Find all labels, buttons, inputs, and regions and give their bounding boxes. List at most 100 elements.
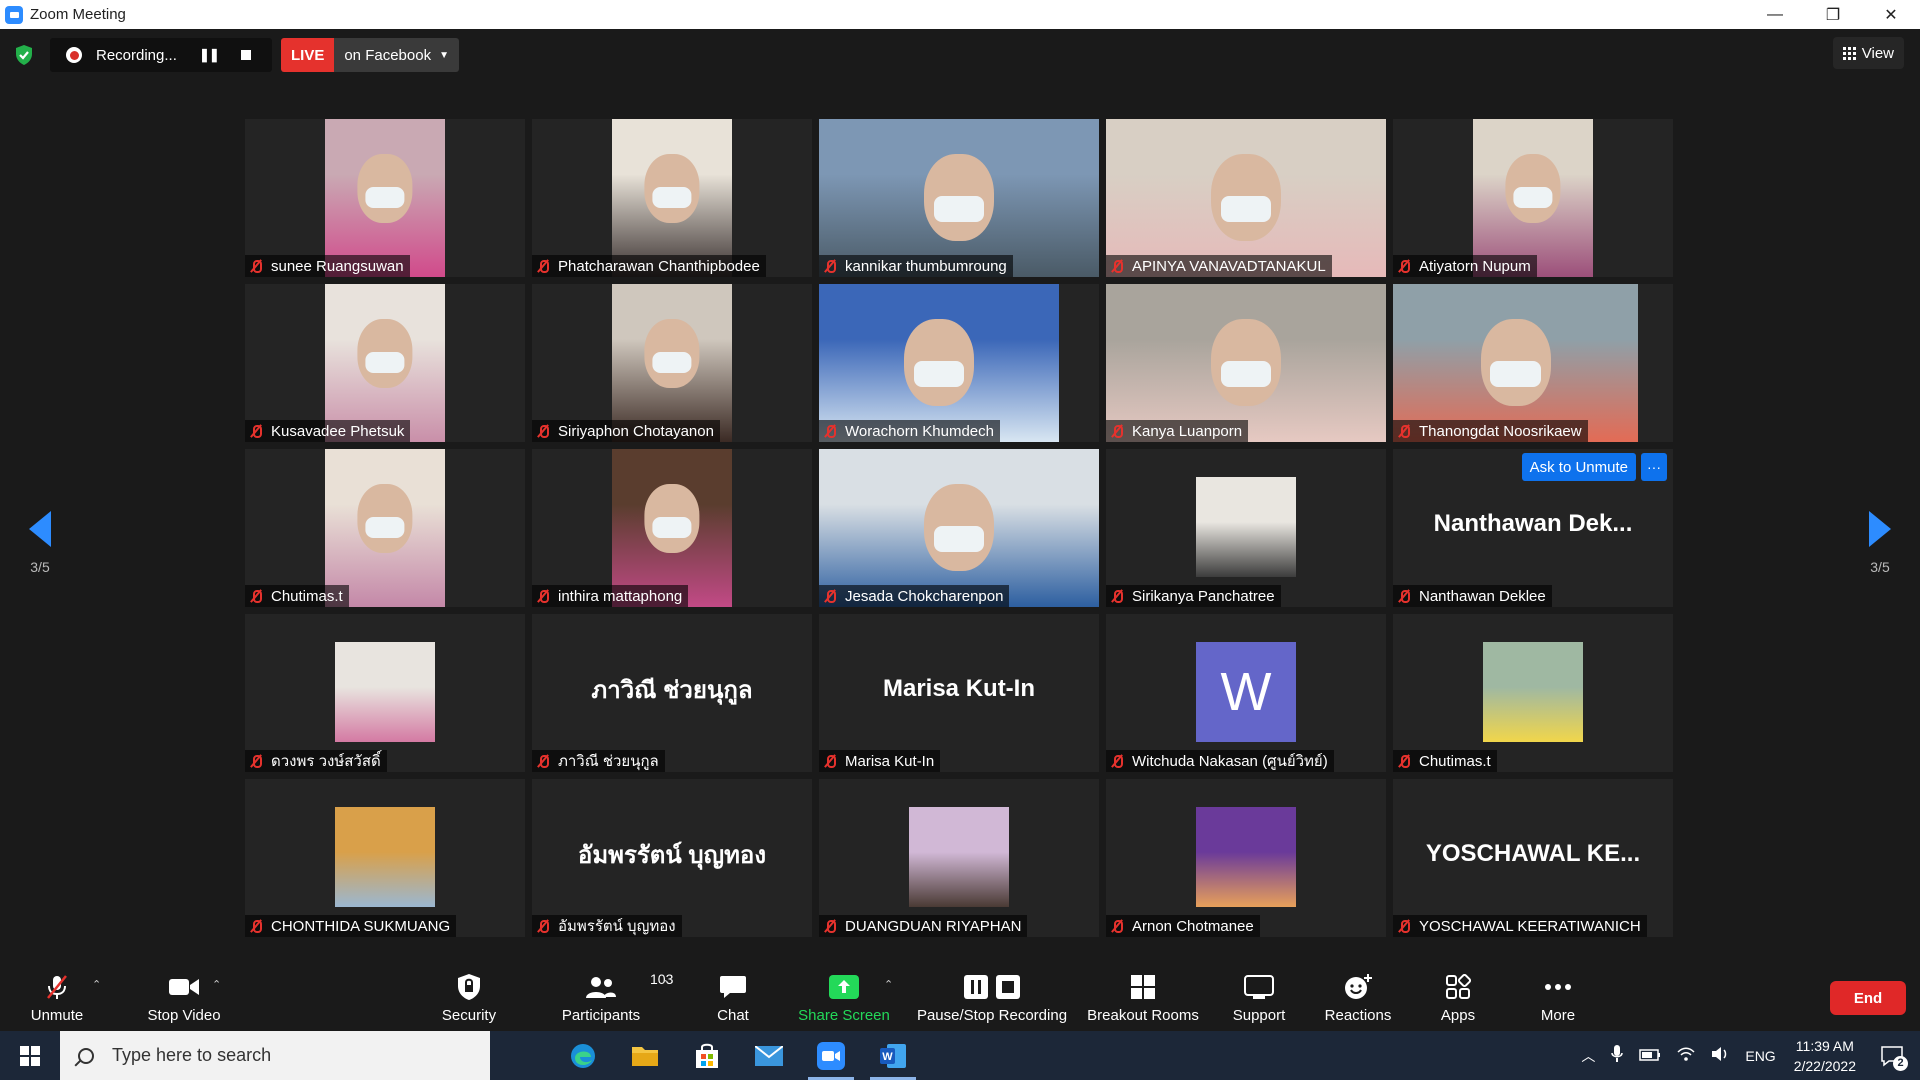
security-button[interactable]: Security bbox=[435, 951, 503, 1031]
participant-video bbox=[612, 119, 732, 277]
previous-page-nav[interactable]: 3/5 bbox=[0, 475, 80, 595]
shield-check-icon[interactable] bbox=[14, 44, 34, 66]
profile-picture bbox=[1196, 477, 1296, 577]
chat-label: Chat bbox=[717, 1007, 749, 1024]
minimize-button[interactable]: — bbox=[1746, 0, 1804, 29]
profile-picture bbox=[909, 807, 1009, 907]
participant-more-button[interactable]: ··· bbox=[1641, 453, 1667, 481]
arrow-right-icon[interactable] bbox=[1869, 511, 1891, 547]
participant-video bbox=[1106, 119, 1386, 277]
more-button[interactable]: More bbox=[1533, 951, 1583, 1031]
reactions-button[interactable]: Reactions bbox=[1323, 951, 1393, 1031]
taskbar-search[interactable]: Type here to search bbox=[60, 1031, 490, 1080]
live-target-dropdown[interactable]: on Facebook ▼ bbox=[334, 38, 459, 72]
muted-mic-icon bbox=[823, 754, 837, 768]
stop-recording-icon[interactable] bbox=[240, 50, 251, 60]
participant-tile[interactable]: YOSCHAWAL KE... YOSCHAWAL KEERATIWANICH bbox=[1393, 779, 1673, 937]
participant-name-label: Chutimas.t bbox=[1393, 750, 1497, 772]
participant-tile[interactable]: Chutimas.t bbox=[1393, 614, 1673, 772]
participant-tile[interactable]: Phatcharawan Chanthipbodee bbox=[532, 119, 812, 277]
muted-mic-icon bbox=[823, 919, 837, 933]
close-button[interactable]: ✕ bbox=[1862, 0, 1920, 29]
share-options-caret-icon[interactable]: ⌃ bbox=[884, 978, 893, 991]
share-screen-button[interactable]: Share Screen bbox=[798, 951, 890, 1031]
participant-name: อัมพรรัตน์ บุญทอง bbox=[558, 918, 676, 935]
participant-tile[interactable]: Nanthawan Dek... Ask to Unmute ··· Nanthawa… bbox=[1393, 449, 1673, 607]
volume-icon[interactable] bbox=[1711, 1046, 1729, 1065]
participant-name: Thanongdat Noosrikaew bbox=[1419, 422, 1582, 440]
participant-tile[interactable]: DUANGDUAN RIYAPHAN bbox=[819, 779, 1099, 937]
next-page-nav[interactable]: 3/5 bbox=[1840, 475, 1920, 595]
view-button[interactable]: View bbox=[1832, 37, 1904, 69]
video-options-caret-icon[interactable]: ⌃ bbox=[212, 978, 221, 991]
security-label: Security bbox=[441, 1007, 497, 1024]
store-taskbar-icon[interactable] bbox=[676, 1031, 738, 1080]
profile-picture bbox=[1483, 642, 1583, 742]
participant-tile[interactable]: APINYA VANAVADTANAKUL bbox=[1106, 119, 1386, 277]
participant-tile[interactable]: inthira mattaphong bbox=[532, 449, 812, 607]
participant-name: Arnon Chotmanee bbox=[1132, 917, 1254, 935]
taskbar-clock[interactable]: 11:39 AM 2/22/2022 bbox=[1794, 1036, 1856, 1076]
participant-tile[interactable]: kannikar thumbumroung bbox=[819, 119, 1099, 277]
participant-tile[interactable]: Marisa Kut-In Marisa Kut-In bbox=[819, 614, 1099, 772]
input-language[interactable]: ENG bbox=[1745, 1048, 1775, 1064]
participant-tile[interactable]: ภาวิณี ช่วยนุกูล ภาวิณี ช่วยนุกูล bbox=[532, 614, 812, 772]
muted-mic-icon bbox=[1397, 754, 1411, 768]
show-hidden-icons-chevron-icon[interactable]: ︿ bbox=[1581, 1046, 1595, 1066]
breakout-rooms-button[interactable]: Breakout Rooms bbox=[1086, 951, 1200, 1031]
microphone-tray-icon[interactable] bbox=[1611, 1045, 1624, 1066]
participant-tile[interactable]: Thanongdat Noosrikaew bbox=[1393, 284, 1673, 442]
mail-taskbar-icon[interactable] bbox=[738, 1031, 800, 1080]
end-meeting-button[interactable]: End bbox=[1830, 981, 1906, 1015]
notifications-button[interactable]: 2 bbox=[1874, 1041, 1910, 1071]
ask-to-unmute-button[interactable]: Ask to Unmute bbox=[1521, 453, 1636, 481]
participant-name-label: inthira mattaphong bbox=[532, 585, 689, 607]
muted-mic-icon bbox=[823, 589, 837, 603]
muted-mic-icon bbox=[1397, 424, 1411, 438]
participant-tile[interactable]: W Witchuda Nakasan (ศูนย์วิทย์) bbox=[1106, 614, 1386, 772]
participant-tile[interactable]: Siriyaphon Chotayanon bbox=[532, 284, 812, 442]
file-explorer-taskbar-icon[interactable] bbox=[614, 1031, 676, 1080]
live-stream-status[interactable]: LIVE on Facebook ▼ bbox=[281, 38, 459, 72]
muted-mic-icon bbox=[823, 259, 837, 273]
participant-tile[interactable]: Atiyatorn Nupum bbox=[1393, 119, 1673, 277]
participant-tile[interactable]: Kanya Luanporn bbox=[1106, 284, 1386, 442]
participant-tile[interactable]: sunee Ruangsuwan bbox=[245, 119, 525, 277]
edge-taskbar-icon[interactable] bbox=[552, 1031, 614, 1080]
participant-tile[interactable]: Jesada Chokcharenpon bbox=[819, 449, 1099, 607]
unmute-button[interactable]: Unmute bbox=[24, 951, 90, 1031]
chat-button[interactable]: Chat bbox=[710, 951, 756, 1031]
participant-tile[interactable]: Sirikanya Panchatree bbox=[1106, 449, 1386, 607]
participant-tile[interactable]: ดวงพร วงษ์สวัสดิ์ bbox=[245, 614, 525, 772]
pause-stop-recording-button[interactable]: Pause/Stop Recording bbox=[916, 951, 1068, 1031]
participant-tile[interactable]: Kusavadee Phetsuk bbox=[245, 284, 525, 442]
support-button[interactable]: Support bbox=[1228, 951, 1290, 1031]
participant-tile[interactable]: Arnon Chotmanee bbox=[1106, 779, 1386, 937]
audio-options-caret-icon[interactable]: ⌃ bbox=[92, 978, 101, 991]
start-button[interactable] bbox=[0, 1031, 60, 1080]
view-label: View bbox=[1861, 44, 1894, 62]
pause-recording-icon[interactable]: ❚❚ bbox=[199, 47, 220, 63]
stop-video-button[interactable]: Stop Video bbox=[136, 951, 232, 1031]
participant-name: APINYA VANAVADTANAKUL bbox=[1132, 257, 1326, 275]
window-title: Zoom Meeting bbox=[30, 6, 126, 23]
apps-button[interactable]: Apps bbox=[1436, 951, 1480, 1031]
word-taskbar-icon[interactable]: W bbox=[862, 1031, 924, 1080]
participant-tile[interactable]: CHONTHIDA SUKMUANG bbox=[245, 779, 525, 937]
arrow-left-icon[interactable] bbox=[29, 511, 51, 547]
participant-name-label: Chutimas.t bbox=[245, 585, 349, 607]
participants-options-caret-icon[interactable]: ⌃ bbox=[661, 978, 670, 991]
battery-icon[interactable] bbox=[1639, 1048, 1661, 1064]
participant-tile[interactable]: Worachorn Khumdech bbox=[819, 284, 1099, 442]
participants-button[interactable]: 103 Participants bbox=[556, 951, 674, 1031]
participant-name-label: Atiyatorn Nupum bbox=[1393, 255, 1537, 277]
participant-tile[interactable]: Chutimas.t bbox=[245, 449, 525, 607]
zoom-taskbar-icon[interactable] bbox=[800, 1031, 862, 1080]
notification-count-badge: 2 bbox=[1893, 1055, 1908, 1071]
participant-name-label: sunee Ruangsuwan bbox=[245, 255, 410, 277]
restore-button[interactable]: ❐ bbox=[1804, 0, 1862, 29]
participant-tile[interactable]: อัมพรรัตน์ บุญทอง อัมพรรัตน์ บุญทอง bbox=[532, 779, 812, 937]
meeting-top-bar: Recording... ❚❚ LIVE on Facebook ▼ View bbox=[0, 29, 1920, 79]
participant-name: Chutimas.t bbox=[1419, 752, 1491, 770]
wifi-icon[interactable] bbox=[1677, 1046, 1695, 1065]
